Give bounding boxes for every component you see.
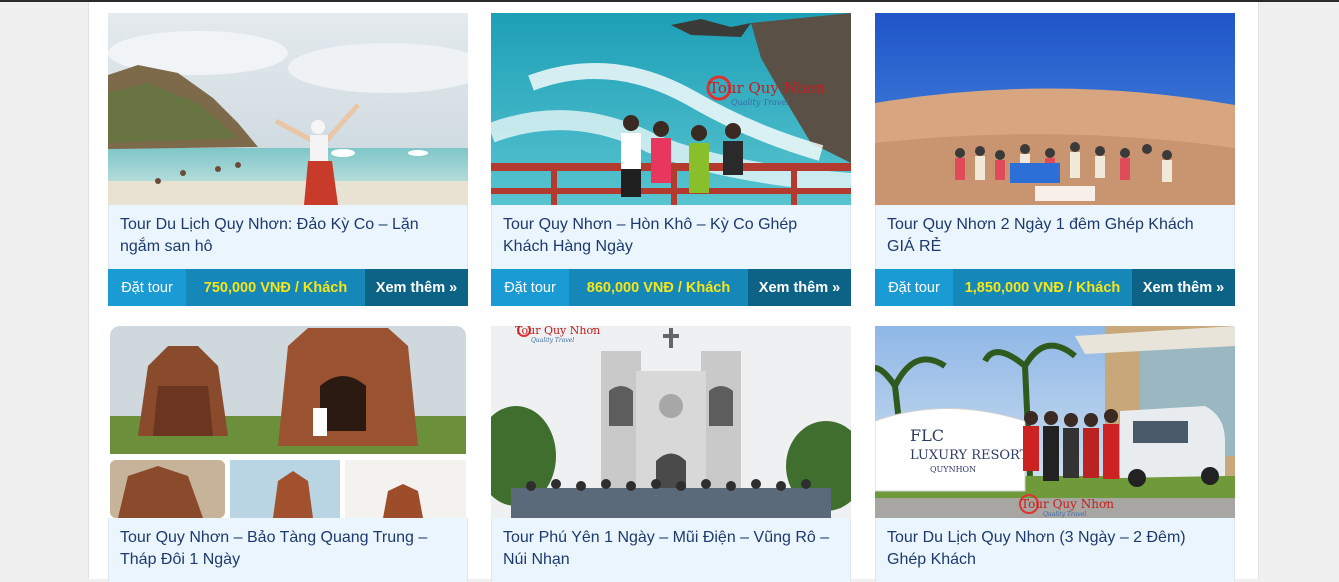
resort-sign-line3: QUYNHON <box>930 465 976 474</box>
tour-title-box: Tour Quy Nhơn – Hòn Khô – Kỳ Co Ghép Khá… <box>491 205 851 269</box>
tour-title-box: Tour Quy Nhơn – Bảo Tàng Quang Trung – T… <box>108 518 468 582</box>
tour-image-mang-lang-church[interactable]: Tour Quy Nhơn Quality Travel <box>491 326 851 518</box>
tour-title-link[interactable]: Tour Du Lịch Quy Nhơn (3 Ngày – 2 Đêm) G… <box>887 527 1223 571</box>
tour-title-link[interactable]: Tour Du Lịch Quy Nhơn: Đảo Kỳ Co – Lặn n… <box>120 214 456 258</box>
watermark-brand: Tour Quy Nhơn <box>1021 497 1114 511</box>
tour-card: Tour Quy Nhơn – Bảo Tàng Quang Trung – T… <box>108 326 468 582</box>
book-tour-button[interactable]: Đặt tour <box>875 269 953 306</box>
tour-card: Tour Quy Nhơn Quality Travel Tour Quy Nh… <box>491 13 851 306</box>
book-tour-button[interactable]: Đặt tour <box>108 269 186 306</box>
tour-title-link[interactable]: Tour Quy Nhơn – Hòn Khô – Kỳ Co Ghép Khá… <box>503 214 839 258</box>
tour-price: 1,850,000 VNĐ / Khách <box>953 269 1132 306</box>
tour-grid: Tour Du Lịch Quy Nhơn: Đảo Kỳ Co – Lặn n… <box>88 2 1259 582</box>
watermark-brand: Tour Quy Nhơn <box>515 326 600 337</box>
tour-price: 860,000 VNĐ / Khách <box>569 269 748 306</box>
tour-card: Tour Quy Nhơn 2 Ngày 1 đêm Ghép Khách GI… <box>875 13 1235 306</box>
tour-card: Tour Quy Nhơn Quality Travel Tour Phú Yê… <box>491 326 851 582</box>
watermark-tagline: Quality Travel <box>731 98 789 107</box>
tour-title-box: Tour Phú Yên 1 Ngày – Mũi Điện – Vũng Rô… <box>491 518 851 582</box>
tour-action-bar: Đặt tour 1,850,000 VNĐ / Khách Xem thêm … <box>875 269 1235 306</box>
tour-image-sand-dunes[interactable] <box>875 13 1235 205</box>
watermark-brand: Tour Quy Nhơn <box>709 79 825 97</box>
see-more-button[interactable]: Xem thêm » <box>1132 269 1235 306</box>
tour-image-ky-co-beach[interactable] <box>108 13 468 205</box>
tour-card: Tour Du Lịch Quy Nhơn: Đảo Kỳ Co – Lặn n… <box>108 13 468 306</box>
book-tour-button[interactable]: Đặt tour <box>491 269 569 306</box>
resort-sign-line2: LUXURY RESORT <box>910 448 1029 463</box>
tour-title-box: Tour Du Lịch Quy Nhơn: Đảo Kỳ Co – Lặn n… <box>108 205 468 269</box>
tour-card: FLC LUXURY RESORT QUYNHON Tour Quy Nhơn … <box>875 326 1235 582</box>
watermark-tagline: Quality Travel <box>1043 511 1086 518</box>
tour-price: 750,000 VNĐ / Khách <box>186 269 365 306</box>
tour-title-link[interactable]: Tour Quy Nhơn – Bảo Tàng Quang Trung – T… <box>120 527 456 571</box>
tour-title-link[interactable]: Tour Quy Nhơn 2 Ngày 1 đêm Ghép Khách GI… <box>887 214 1223 258</box>
watermark-tagline: Quality Travel <box>531 337 574 344</box>
see-more-button[interactable]: Xem thêm » <box>365 269 468 306</box>
resort-sign-line1: FLC <box>910 426 944 445</box>
see-more-button[interactable]: Xem thêm » <box>748 269 851 306</box>
tour-image-flc-resort[interactable]: FLC LUXURY RESORT QUYNHON Tour Quy Nhơn … <box>875 326 1235 518</box>
tour-image-cham-towers[interactable] <box>108 326 468 518</box>
tour-action-bar: Đặt tour 750,000 VNĐ / Khách Xem thêm » <box>108 269 468 306</box>
tour-image-hon-kho[interactable]: Tour Quy Nhơn Quality Travel <box>491 13 851 205</box>
tour-title-box: Tour Du Lịch Quy Nhơn (3 Ngày – 2 Đêm) G… <box>875 518 1235 582</box>
tour-action-bar: Đặt tour 860,000 VNĐ / Khách Xem thêm » <box>491 269 851 306</box>
tour-title-box: Tour Quy Nhơn 2 Ngày 1 đêm Ghép Khách GI… <box>875 205 1235 269</box>
tour-title-link[interactable]: Tour Phú Yên 1 Ngày – Mũi Điện – Vũng Rô… <box>503 527 839 571</box>
